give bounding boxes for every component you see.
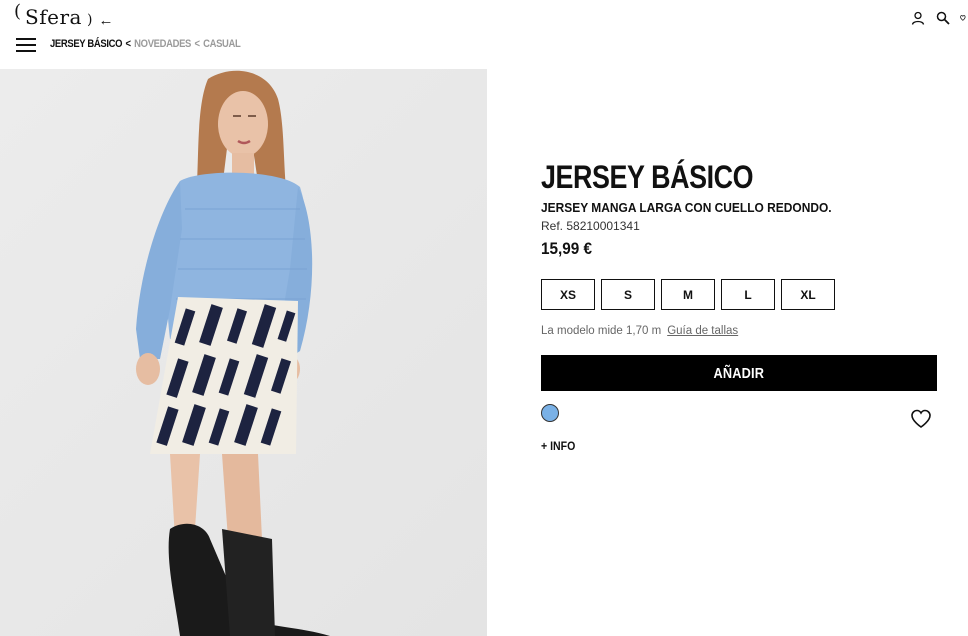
bag-icon[interactable] (960, 10, 968, 26)
size-option-l[interactable]: L (721, 279, 775, 310)
breadcrumb-separator: < (194, 38, 200, 50)
size-option-m[interactable]: M (661, 279, 715, 310)
logo-paren-right: ) (86, 12, 93, 28)
search-icon[interactable] (935, 10, 951, 26)
product-title: JERSEY BÁSICO (541, 159, 754, 195)
breadcrumb-link-novedades[interactable]: NOVEDADES (134, 38, 191, 50)
breadcrumb-link-casual[interactable]: CASUAL (203, 38, 241, 50)
breadcrumb: JERSEY BÁSICO < NOVEDADES < CASUAL (50, 38, 241, 50)
breadcrumb-current[interactable]: JERSEY BÁSICO (50, 38, 122, 50)
menu-icon[interactable] (16, 38, 36, 52)
model-height-text: La modelo mide 1,70 m (541, 325, 662, 337)
color-swatch[interactable] (541, 404, 559, 422)
brand-name: Sfera (25, 5, 82, 29)
size-option-xl[interactable]: XL (781, 279, 835, 310)
size-guide-link[interactable]: Guía de tallas (667, 325, 738, 337)
heart-icon[interactable] (910, 409, 932, 429)
header-icons (910, 10, 968, 26)
size-option-xs[interactable]: XS (541, 279, 595, 310)
brand-logo[interactable]: ( Sfera ) ← (14, 0, 113, 31)
product-price: 15,99 € (541, 239, 593, 258)
product-reference: Ref. 58210001341 (541, 219, 640, 233)
user-icon[interactable] (910, 10, 926, 26)
product-info: JERSEY BÁSICO JERSEY MANGA LARGA CON CUE… (541, 158, 937, 259)
add-to-cart-label: AÑADIR (713, 364, 765, 382)
size-selector: XS S M L XL (541, 279, 835, 310)
back-arrow-icon[interactable]: ← (98, 12, 113, 29)
model-note: La modelo mide 1,70 m Guía de tallas (541, 325, 738, 337)
add-to-cart-button[interactable]: AÑADIR (541, 355, 937, 391)
product-image[interactable] (0, 69, 487, 636)
size-option-s[interactable]: S (601, 279, 655, 310)
product-subtitle: JERSEY MANGA LARGA CON CUELLO REDONDO. (541, 200, 832, 215)
more-info-link[interactable]: + INFO (541, 439, 575, 453)
breadcrumb-separator: < (125, 38, 132, 50)
logo-paren-left: ( (14, 0, 22, 22)
